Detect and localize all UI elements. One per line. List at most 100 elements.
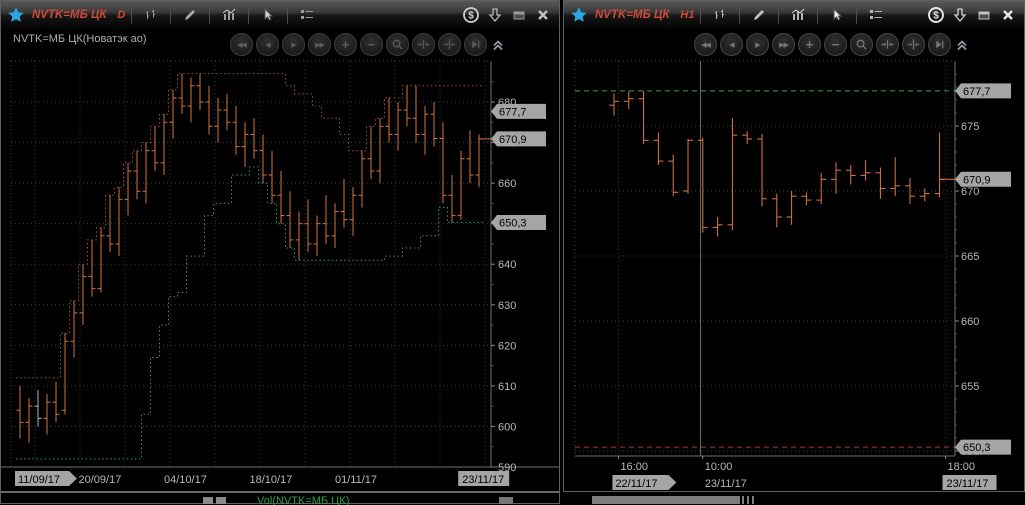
- close-icon[interactable]: [531, 4, 555, 26]
- date-badge: 22/11/17: [612, 475, 676, 490]
- separator: [739, 6, 740, 24]
- y-tick-label: 600: [498, 421, 516, 433]
- scroll-left-button[interactable]: ◀: [256, 33, 279, 56]
- chart-window-hourly[interactable]: NVTK=МБ ЦК H1 $ 65065566066567067516:002…: [563, 0, 1025, 492]
- zoom-out-button[interactable]: −: [360, 33, 383, 56]
- hourly-chart-canvas[interactable]: 65065566066567067516:0022/11/1710:0023/1…: [564, 29, 1024, 493]
- svg-text:670,9: 670,9: [963, 174, 991, 186]
- ohlc-bars: [609, 91, 945, 237]
- x-date-label: 23/11/17: [705, 478, 747, 490]
- separator: [287, 6, 288, 24]
- download-icon[interactable]: [483, 4, 507, 26]
- hourly-titlebar[interactable]: NVTK=МБ ЦК H1 $: [564, 1, 1024, 29]
- pencil-icon[interactable]: [746, 4, 772, 26]
- scroll-start-button[interactable]: ◀◀: [230, 33, 253, 56]
- daily-titlebar[interactable]: NVTK=МБ ЦК D $: [1, 1, 559, 29]
- collapse-nav-button[interactable]: [954, 34, 969, 55]
- cursor-icon[interactable]: [824, 4, 850, 26]
- y-tick-label: 660: [498, 178, 516, 190]
- y-tick-label: 665: [961, 251, 979, 263]
- x-time-label: 16:00: [620, 461, 648, 473]
- price-axis[interactable]: 590600610620630640650660670680: [1, 61, 559, 474]
- restore-window-icon[interactable]: [972, 4, 996, 26]
- price-badge: 677,7: [491, 104, 546, 119]
- time-axis[interactable]: 16:00 22/11/17 10:00 23/11/17 18:00 23/11/17: [612, 456, 996, 490]
- zoom-region-button[interactable]: [850, 33, 873, 56]
- zoom-in-button[interactable]: +: [334, 33, 357, 56]
- price-badge: 670,9: [491, 131, 546, 146]
- go-to-last-button[interactable]: [928, 33, 951, 56]
- interval-icon[interactable]: [707, 4, 733, 26]
- price-badge: 650,3: [491, 215, 546, 230]
- svg-text:23/11/17: 23/11/17: [947, 478, 989, 490]
- scroll-start-button[interactable]: ◀◀: [694, 33, 717, 56]
- zoom-out-button[interactable]: −: [824, 33, 847, 56]
- separator: [778, 6, 779, 24]
- scroll-end-button[interactable]: ▶▶: [772, 33, 795, 56]
- y-tick-label: 670: [961, 186, 979, 198]
- auto-scale-button[interactable]: [902, 33, 925, 56]
- x-tick-label: 20/09/17: [79, 474, 122, 486]
- svg-text:670,9: 670,9: [499, 134, 527, 146]
- svg-text:677,7: 677,7: [499, 106, 527, 118]
- y-tick-label: 610: [498, 381, 516, 393]
- scroll-right-button[interactable]: ▶: [282, 33, 305, 56]
- auto-scale-button[interactable]: [438, 33, 461, 56]
- compress-bars-button[interactable]: [412, 33, 435, 56]
- svg-text:22/11/17: 22/11/17: [615, 478, 657, 490]
- svg-text:$: $: [468, 10, 474, 21]
- pencil-icon[interactable]: [177, 4, 203, 26]
- price-badge: 650,3: [955, 440, 1011, 455]
- currency-icon[interactable]: $: [924, 4, 948, 26]
- grid: [575, 61, 955, 456]
- interval-icon[interactable]: [138, 4, 164, 26]
- favorite-star-icon: [570, 6, 588, 24]
- x-time-label: 18:00: [948, 461, 976, 473]
- zoom-region-button[interactable]: [386, 33, 409, 56]
- y-tick-label: 620: [498, 340, 516, 352]
- svg-text:650,3: 650,3: [963, 442, 991, 454]
- zoom-in-button[interactable]: +: [798, 33, 821, 56]
- scroll-right-button[interactable]: ▶: [746, 33, 769, 56]
- date-badge: 23/11/17: [943, 475, 997, 490]
- y-tick-label: 660: [961, 316, 979, 328]
- compress-bars-button[interactable]: [876, 33, 899, 56]
- ohlc-bars: [17, 74, 483, 443]
- chart-nav-toolbar: ◀◀◀▶▶▶+−: [694, 33, 969, 56]
- svg-text:23/11/17: 23/11/17: [462, 474, 504, 486]
- hourly-chart-area[interactable]: 65065566066567067516:0022/11/1710:0023/1…: [564, 29, 1024, 493]
- price-badge: 677,7: [955, 83, 1011, 98]
- chart-window-daily[interactable]: NVTK=МБ ЦК D $ 5906006106206306406506606…: [0, 0, 560, 504]
- favorite-star-icon: [7, 6, 25, 24]
- svg-text:650,3: 650,3: [499, 217, 527, 229]
- indicators-icon[interactable]: [294, 4, 320, 26]
- svg-text:11/09/17: 11/09/17: [18, 474, 60, 486]
- download-icon[interactable]: [948, 4, 972, 26]
- daily-chart-area[interactable]: 59060061062063064065066067068011/09/1720…: [1, 29, 559, 505]
- cursor-icon[interactable]: [255, 4, 281, 26]
- window-title: NVTK=МБ ЦК: [595, 9, 669, 21]
- daily-chart-canvas[interactable]: 59060061062063064065066067068011/09/1720…: [1, 29, 559, 505]
- chart-type-icon[interactable]: [216, 4, 242, 26]
- background-window-scrollbar-grip: [742, 496, 755, 504]
- separator: [817, 6, 818, 24]
- scroll-left-button[interactable]: ◀: [720, 33, 743, 56]
- go-to-last-button[interactable]: [464, 33, 487, 56]
- volume-pane-partial: Vol(NVTK=МБ ЦК): [1, 492, 559, 505]
- scroll-end-button[interactable]: ▶▶: [308, 33, 331, 56]
- restore-window-icon[interactable]: [507, 4, 531, 26]
- price-channel-lower: [16, 167, 483, 459]
- currency-icon[interactable]: $: [459, 4, 483, 26]
- x-time-label: 10:00: [705, 461, 733, 473]
- time-axis[interactable]: 11/09/1720/09/1704/10/1718/10/1701/11/17…: [15, 471, 509, 486]
- indicators-icon[interactable]: [863, 4, 889, 26]
- collapse-nav-button[interactable]: [490, 34, 505, 55]
- close-icon[interactable]: [996, 4, 1020, 26]
- price-axis[interactable]: 650655660665670675: [575, 61, 979, 458]
- x-tick-label: 18/10/17: [250, 474, 293, 486]
- timeframe-label: D: [117, 9, 125, 21]
- price-badge: 670,9: [955, 172, 1011, 187]
- window-title: NVTK=МБ ЦК: [32, 9, 106, 21]
- x-tick-label: 01/11/17: [335, 474, 377, 486]
- chart-type-icon[interactable]: [785, 4, 811, 26]
